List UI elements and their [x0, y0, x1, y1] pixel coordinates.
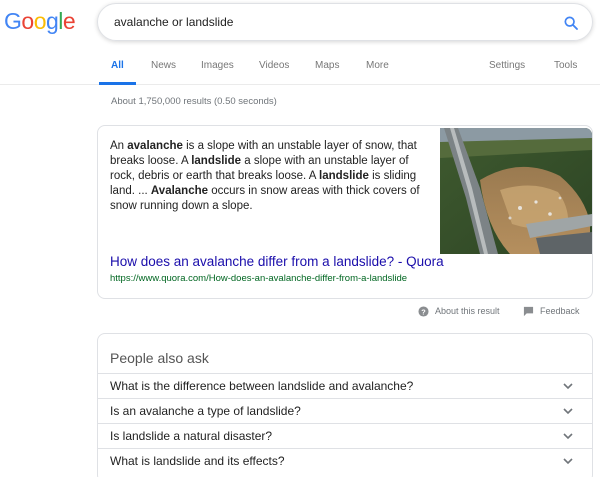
help-circle-icon: ? — [418, 305, 429, 317]
snippet-text: An avalanche is a slope with an unstable… — [110, 139, 428, 214]
chevron-down-icon — [563, 408, 573, 415]
question-text: What is the difference between landslide… — [110, 379, 414, 393]
search-button[interactable] — [558, 10, 584, 36]
featured-snippet: An avalanche is a slope with an unstable… — [97, 125, 593, 299]
snippet-text-part: An — [110, 140, 128, 152]
snippet-keyword: landslide — [319, 170, 369, 182]
snippet-keyword: avalanche — [127, 140, 183, 152]
tab-images[interactable]: Images — [201, 60, 234, 71]
result-stats: About 1,750,000 results (0.50 seconds) — [111, 96, 277, 107]
about-this-result-link[interactable]: ? About this result — [418, 304, 500, 318]
question-text: Is landslide a natural disaster? — [110, 429, 273, 443]
people-also-ask: People also ask What is the difference b… — [97, 333, 593, 477]
about-this-result-label: About this result — [435, 306, 500, 316]
snippet-url: https://www.quora.com/How-does-an-avalan… — [110, 273, 408, 284]
tab-all[interactable]: All — [111, 60, 124, 71]
tab-maps[interactable]: Maps — [315, 60, 339, 71]
active-tab-indicator — [99, 82, 136, 85]
snippet-image[interactable] — [440, 128, 592, 254]
snippet-keyword: landslide — [191, 155, 242, 167]
people-also-ask-heading: People also ask — [110, 350, 209, 366]
question-item[interactable]: Is landslide a natural disaster? — [98, 423, 592, 447]
landslide-photo — [440, 128, 592, 254]
search-icon — [564, 16, 578, 30]
tab-settings[interactable]: Settings — [489, 60, 525, 71]
feedback-link[interactable]: Feedback — [523, 304, 580, 318]
question-item[interactable]: Is an avalanche a type of landslide? — [98, 398, 592, 422]
logo-letter: g — [45, 8, 59, 34]
question-text: Is an avalanche a type of landslide? — [110, 404, 301, 418]
search-input[interactable] — [114, 4, 534, 40]
search-tabs: All News Images Videos Maps More Setting… — [0, 55, 600, 85]
google-logo[interactable]: Google — [4, 8, 76, 34]
feedback-flag-icon — [523, 306, 534, 316]
logo-letter: G — [4, 8, 22, 34]
chevron-down-icon — [563, 383, 573, 390]
svg-text:?: ? — [421, 307, 426, 316]
tab-tools[interactable]: Tools — [554, 60, 577, 71]
question-item[interactable]: What is landslide and its effects? — [98, 448, 592, 472]
search-box — [97, 3, 593, 41]
tab-news[interactable]: News — [151, 60, 176, 71]
snippet-result-link[interactable]: How does an avalanche differ from a land… — [110, 254, 444, 269]
feedback-label: Feedback — [540, 306, 580, 316]
question-item[interactable]: What is the difference between landslide… — [98, 373, 592, 397]
chevron-down-icon — [563, 458, 573, 465]
question-text: What is landslide and its effects? — [110, 454, 285, 468]
tab-more[interactable]: More — [366, 60, 389, 71]
logo-letter: e — [62, 8, 76, 34]
chevron-down-icon — [563, 433, 573, 440]
snippet-keyword: Avalanche — [150, 185, 209, 197]
logo-letter: o — [33, 8, 47, 34]
logo-letter: o — [21, 8, 34, 34]
tab-videos[interactable]: Videos — [259, 60, 289, 71]
